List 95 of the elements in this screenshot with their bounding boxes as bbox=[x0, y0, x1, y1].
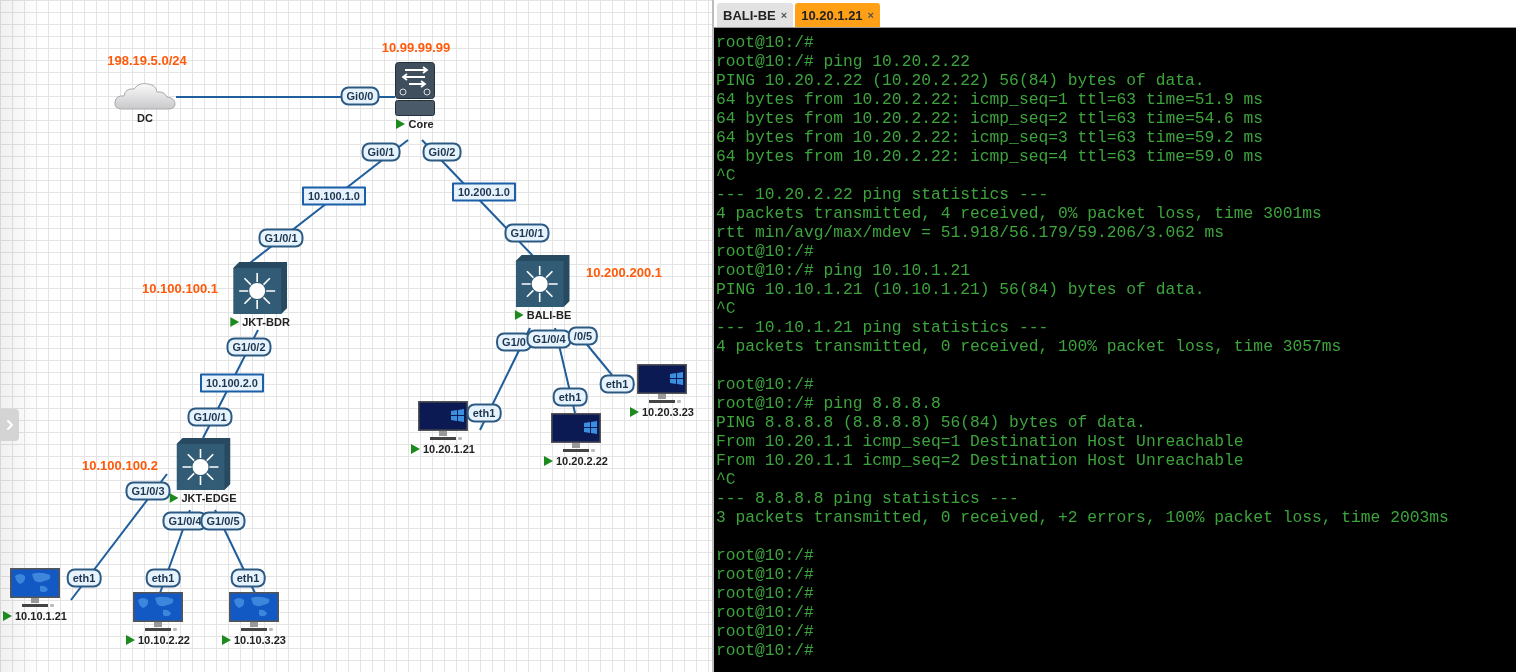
port-label: G1/0/1 bbox=[504, 223, 550, 243]
terminal-line: root@10:/# bbox=[716, 242, 815, 261]
port-label: /0/5 bbox=[567, 326, 599, 346]
terminal-line: root@10:/# ping 10.20.2.22 bbox=[716, 52, 972, 71]
monitor-icon bbox=[133, 592, 183, 632]
terminal-line: PING 8.8.8.8 (8.8.8.8) 56(84) bytes of data. bbox=[716, 413, 1147, 432]
node-name: JKT-BDR bbox=[242, 316, 290, 328]
port-label: eth1 bbox=[230, 568, 266, 588]
ip-label: 10.200.200.1 bbox=[586, 264, 662, 280]
monitor-icon bbox=[229, 592, 279, 632]
subnet-label: 10.100.2.0 bbox=[200, 373, 264, 393]
close-icon[interactable]: × bbox=[780, 9, 788, 21]
terminal-line: root@10:/# bbox=[716, 603, 815, 622]
terminal-line: 3 packets transmitted, 0 received, +2 errors, 100% packet loss, time 2003ms bbox=[716, 508, 1450, 527]
play-icon[interactable] bbox=[222, 635, 231, 645]
terminal-line: From 10.20.1.1 icmp_seq=1 Destination Host Unreachable bbox=[716, 432, 1245, 451]
terminal-line: ^C bbox=[716, 166, 737, 185]
terminal-line: 64 bytes from 10.20.2.22: icmp_seq=2 ttl=63 time=54.6 ms bbox=[716, 109, 1265, 128]
subnet-label: 10.100.1.0 bbox=[302, 186, 366, 206]
port-label: eth1 bbox=[145, 568, 181, 588]
terminal-line: --- 10.10.1.21 ping statistics --- bbox=[716, 318, 1050, 337]
terminal-line: 64 bytes from 10.20.2.22: icmp_seq=4 ttl=63 time=59.0 ms bbox=[716, 147, 1265, 166]
terminal-line: root@10:/# ping 8.8.8.8 bbox=[716, 394, 942, 413]
play-icon[interactable] bbox=[630, 407, 639, 417]
play-icon[interactable] bbox=[230, 317, 240, 327]
node-name: 10.10.3.23 bbox=[234, 634, 286, 646]
terminal-line: ^C bbox=[716, 299, 737, 318]
terminal-line: root@10:/# bbox=[716, 622, 815, 641]
terminal-line: 64 bytes from 10.20.2.22: icmp_seq=1 ttl=63 time=51.9 ms bbox=[716, 90, 1265, 109]
monitor-icon bbox=[418, 401, 468, 441]
terminal-line: root@10:/# bbox=[716, 641, 815, 660]
router-icon bbox=[395, 62, 435, 116]
port-label: G1/0/4 bbox=[526, 329, 572, 349]
port-label: eth1 bbox=[466, 403, 502, 423]
expand-handle[interactable] bbox=[0, 409, 19, 441]
node-name: DC bbox=[137, 112, 153, 124]
console-tab[interactable]: BALI-BE × bbox=[717, 3, 794, 27]
port-label: eth1 bbox=[552, 387, 588, 407]
terminal-line: ^C bbox=[716, 470, 737, 489]
port-label: eth1 bbox=[66, 568, 102, 588]
ip-label: 198.19.5.0/24 bbox=[107, 52, 187, 68]
node-name: 10.10.2.22 bbox=[138, 634, 190, 646]
node-name: 10.10.1.21 bbox=[15, 610, 67, 622]
monitor-icon bbox=[551, 413, 601, 453]
subnet-label: 10.200.1.0 bbox=[452, 182, 516, 202]
terminal-line: PING 10.10.1.21 (10.10.1.21) 56(84) bytes of data. bbox=[716, 280, 1206, 299]
terminal[interactable] bbox=[714, 28, 1516, 672]
switch-icon bbox=[516, 255, 570, 307]
node-name: 10.20.1.21 bbox=[423, 443, 475, 455]
cloud-icon bbox=[114, 82, 176, 110]
terminal-line: root@10:/# bbox=[716, 375, 815, 394]
play-icon[interactable] bbox=[544, 456, 553, 466]
ip-label: 10.100.100.1 bbox=[142, 280, 218, 296]
ip-label: 10.100.100.2 bbox=[82, 457, 158, 473]
switch-icon bbox=[176, 438, 230, 490]
terminal-line: --- 10.20.2.22 ping statistics --- bbox=[716, 185, 1050, 204]
terminal-line: 64 bytes from 10.20.2.22: icmp_seq=3 ttl=63 time=59.2 ms bbox=[716, 128, 1265, 147]
port-label: G1/0 bbox=[496, 332, 532, 352]
monitor-icon bbox=[637, 364, 687, 404]
port-label: G1/0/3 bbox=[125, 481, 171, 501]
switch-icon bbox=[233, 262, 287, 314]
node-name: Core bbox=[408, 118, 434, 130]
terminal-line: From 10.20.1.1 icmp_seq=2 Destination Host Unreachable bbox=[716, 451, 1245, 470]
port-label: G1/0/2 bbox=[226, 337, 272, 357]
console-tab[interactable]: 10.20.1.21 × bbox=[795, 3, 881, 27]
monitor-icon bbox=[10, 568, 60, 608]
terminal-line: root@10:/# bbox=[716, 33, 815, 52]
node-name: 10.20.3.23 bbox=[642, 406, 694, 418]
port-label: eth1 bbox=[599, 374, 635, 394]
port-label: Gi0/2 bbox=[422, 142, 462, 162]
terminal-line: root@10:/# bbox=[716, 584, 815, 603]
port-label: Gi0/1 bbox=[361, 142, 401, 162]
terminal-line: 4 packets transmitted, 4 received, 0% packet loss, time 3001ms bbox=[716, 204, 1323, 223]
terminal-line: root@10:/# bbox=[716, 565, 815, 584]
terminal-line: 4 packets transmitted, 0 received, 100% packet loss, time 3057ms bbox=[716, 337, 1343, 356]
play-icon[interactable] bbox=[169, 493, 179, 503]
port-label: G1/0/5 bbox=[200, 511, 246, 531]
port-label: G1/0/1 bbox=[187, 407, 233, 427]
port-label: G1/0/1 bbox=[258, 228, 304, 248]
play-icon[interactable] bbox=[3, 611, 12, 621]
terminal-line: root@10:/# ping 10.10.1.21 bbox=[716, 261, 972, 280]
terminal-line: rtt min/avg/max/mdev = 51.918/56.179/59.206/3.062 ms bbox=[716, 223, 1226, 242]
play-icon[interactable] bbox=[411, 444, 420, 454]
port-label: Gi0/0 bbox=[340, 86, 380, 106]
node-name: BALI-BE bbox=[526, 309, 572, 321]
close-icon[interactable]: × bbox=[867, 9, 875, 21]
node-name: JKT-EDGE bbox=[181, 492, 237, 504]
terminal-line: --- 8.8.8.8 ping statistics --- bbox=[716, 489, 1020, 508]
play-icon[interactable] bbox=[514, 310, 524, 320]
terminal-line: PING 10.20.2.22 (10.20.2.22) 56(84) bytes of data. bbox=[716, 71, 1206, 90]
play-icon[interactable] bbox=[396, 119, 406, 129]
ip-label: 10.99.99.99 bbox=[381, 39, 451, 55]
terminal-line: root@10:/# bbox=[716, 546, 815, 565]
play-icon[interactable] bbox=[126, 635, 135, 645]
node-name: 10.20.2.22 bbox=[556, 455, 608, 467]
